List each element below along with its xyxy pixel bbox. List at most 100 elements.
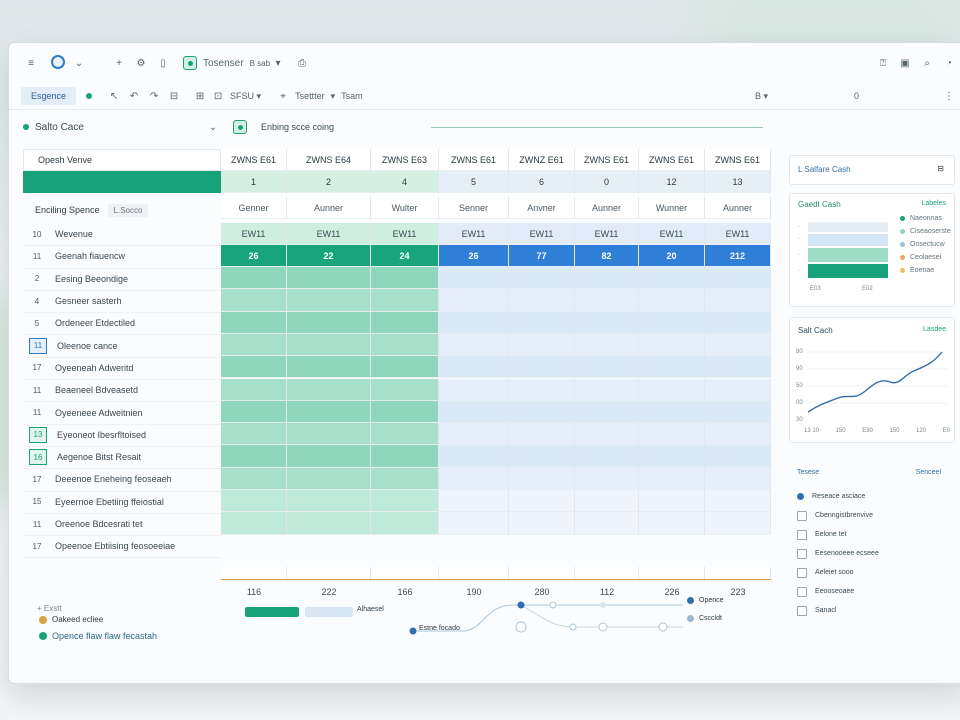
value-cell[interactable]: 77 [509,245,575,267]
code-cell[interactable]: EW11 [705,223,771,245]
data-cell[interactable] [221,311,287,334]
index-cell[interactable]: 12 [639,171,705,193]
data-cell[interactable] [439,467,509,490]
data-cell[interactable] [287,512,371,535]
row-number[interactable]: 4 [29,294,45,308]
task-item[interactable]: Eesenooeee ecseee [797,544,879,563]
lock-icon[interactable]: ⊡ [210,88,226,104]
subhead-cell[interactable]: Genner [221,197,287,219]
data-cell[interactable] [639,333,705,357]
code-cell[interactable]: EW11 [287,223,371,245]
row-number[interactable]: 5 [29,316,45,330]
row-label[interactable]: 15 Eyeernoe Ebetiing ffeiostial [23,491,221,514]
subhead-cell[interactable]: Anvner [509,197,575,219]
column-header[interactable]: ZWNZ E61 [509,149,575,171]
data-cell[interactable] [575,467,639,490]
value-cell[interactable]: 26 [221,245,287,267]
notification-icon[interactable]: ◔ [941,55,957,71]
column-header[interactable]: ZWNS E64 [287,149,371,171]
data-cell[interactable] [705,333,771,357]
data-cell[interactable] [371,512,439,535]
data-cell[interactable] [639,490,705,513]
data-cell[interactable] [639,311,705,334]
data-cell[interactable] [439,512,509,535]
data-cell[interactable] [287,400,371,424]
formula-icon[interactable] [233,120,247,134]
data-cell[interactable] [575,378,639,401]
data-cell[interactable] [575,289,639,312]
index-cell[interactable]: 5 [439,171,509,193]
row-number[interactable]: 11 [29,383,45,397]
row-label[interactable]: 17 Oyeeneah Adweritd [23,357,221,381]
total-cell[interactable]: 222 [287,581,371,603]
row-label[interactable]: 11 Beaeneel Bdveasetd [23,379,221,403]
window-icon[interactable]: ▣ [897,55,913,71]
cash-card-header[interactable]: L Salfare Cash ⊟ [789,155,955,185]
row-number[interactable]: 17 [29,361,45,375]
code-cell[interactable]: EW11 [371,223,439,245]
index-cell[interactable]: 13 [705,171,771,193]
data-cell[interactable] [439,333,509,357]
row-label[interactable]: 17 Opeenoe Ebtiising feosoeeiae [23,535,221,559]
data-cell[interactable] [705,378,771,401]
data-cell[interactable] [509,289,575,312]
data-cell[interactable] [439,356,509,379]
row-label[interactable]: 13 Eyeoneot Ibesrfltoised [23,424,221,447]
data-cell[interactable] [287,289,371,312]
value-cell[interactable]: 20 [639,245,705,267]
undo-icon[interactable]: ↶ [126,88,142,104]
data-cell[interactable] [221,512,287,535]
data-cell[interactable] [439,289,509,312]
sub-header-tag[interactable]: L.Socco [107,203,149,217]
data-cell[interactable] [639,267,705,290]
more-icon[interactable]: ⋮ [941,88,957,104]
column-header[interactable]: ZWNS E61 [639,149,705,171]
data-cell[interactable] [639,467,705,490]
task-item[interactable]: Reseace asciace [797,487,879,506]
row-number[interactable]: 17 [29,472,45,486]
code-cell[interactable]: EW11 [439,223,509,245]
data-cell[interactable] [287,333,371,357]
data-cell[interactable] [221,356,287,379]
row-number[interactable]: 13 [29,426,47,443]
data-cell[interactable] [509,356,575,379]
row-number[interactable]: 11 [29,249,45,263]
column-header[interactable]: ZWNS E61 [439,149,509,171]
data-cell[interactable] [221,333,287,357]
settings-icon[interactable]: ⚙ [133,55,149,71]
data-cell[interactable] [439,445,509,468]
data-cell[interactable] [575,512,639,535]
data-cell[interactable] [575,445,639,468]
data-cell[interactable] [221,445,287,468]
data-cell[interactable] [287,423,371,446]
value-cell[interactable]: 22 [287,245,371,267]
data-cell[interactable] [575,400,639,424]
data-cell[interactable] [439,311,509,334]
checkbox[interactable] [797,548,807,559]
row-number[interactable]: 15 [29,495,45,509]
data-cell[interactable] [575,333,639,357]
filter-label3[interactable]: Tsam [341,91,363,101]
row-label[interactable]: 2 Eesing Beeondige [23,268,221,291]
row-label[interactable]: 11 Oyeeneee Adweitnien [23,401,221,425]
data-cell[interactable] [439,400,509,424]
data-cell[interactable] [639,400,705,424]
data-cell[interactable] [371,445,439,468]
task-item[interactable]: Aeleiet sooo [797,563,879,582]
expand-icon[interactable]: ⊟ [937,164,944,173]
add-icon[interactable]: + [111,55,127,71]
data-cell[interactable] [705,289,771,312]
document-tab[interactable]: Tosenser B sab ▾ [183,55,286,71]
help-icon[interactable]: ⍰ [875,55,891,71]
data-cell[interactable] [705,512,771,535]
total-cell[interactable]: 116 [221,581,287,603]
task-item[interactable]: Eelone tet [797,525,879,544]
value-cell[interactable]: 24 [371,245,439,267]
selected-green-header[interactable] [23,171,221,193]
data-cell[interactable] [575,267,639,290]
task-list-tag[interactable]: Senceel [916,469,941,476]
row-label[interactable]: 5 Ordeneer Etdectiled [23,312,221,336]
data-cell[interactable] [705,490,771,513]
data-cell[interactable] [575,423,639,446]
data-cell[interactable] [221,289,287,312]
